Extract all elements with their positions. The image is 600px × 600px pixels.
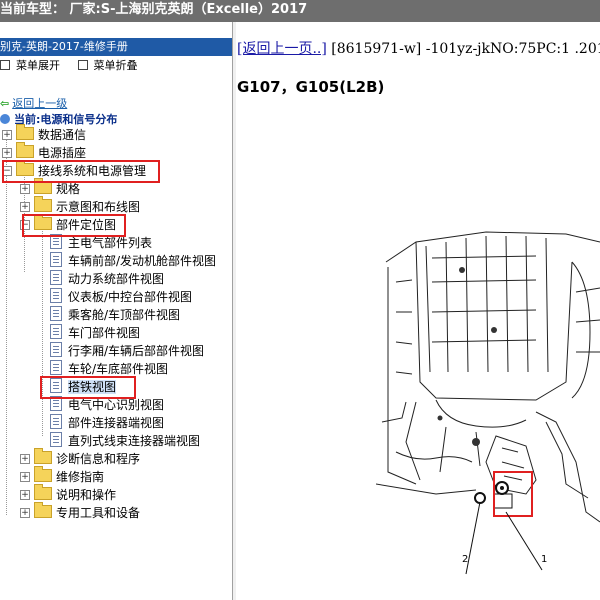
folder-icon [16,124,34,140]
tree-item-label: 维修指南 [56,470,105,484]
tree-item-label: 数据通信 [38,128,87,142]
expand-icon [0,60,10,70]
tree-item-trunk-rear[interactable]: 行李厢/车辆后部部件视图 [50,342,204,360]
globe-icon [0,114,10,124]
tree-item-label: 主电气部件列表 [68,236,153,250]
document-icon [50,270,62,285]
tree-item-label: 电气中心识别视图 [68,398,165,412]
tree-connector [42,226,43,436]
expand-plus-icon[interactable]: + [20,508,30,518]
folder-icon [16,142,34,158]
tree-item-label: 动力系统部件视图 [68,272,165,286]
document-info: [8615971-w] -101yz-jkNO:75PC:1 .2016 [326,41,600,57]
engine-ground-diagram [376,231,600,575]
tree-item-front-compartment[interactable]: 车辆前部/发动机舱部件视图 [50,252,216,270]
tree-item-label: 说明和操作 [56,488,117,502]
expand-plus-icon[interactable]: + [20,202,30,212]
back-link-label: 返回上一级 [12,97,68,110]
tree-item-label: 直列式线束连接器端视图 [68,434,201,448]
tree-item-inline-harness[interactable]: 直列式线束连接器端视图 [50,432,200,450]
document-icon [50,252,62,267]
folder-icon [34,466,52,482]
folder-icon [34,484,52,500]
back-page-link[interactable]: [返回上一页..] [237,41,327,57]
menu-toolbar: 菜单展开 菜单折叠 [0,58,152,74]
expand-plus-icon[interactable]: + [20,472,30,482]
menu-collapse-button[interactable]: 菜单折叠 [94,59,138,72]
tree-item-data-comm[interactable]: + 数据通信 [2,124,87,144]
content-panel: [返回上一页..] [8615971-w] -101yz-jkNO:75PC:1… [236,22,600,600]
tree-item-label: 车辆前部/发动机舱部件视图 [68,254,217,268]
menu-expand-button[interactable]: 菜单展开 [16,59,60,72]
current-section-label: 当前:电源和信号分布 [14,113,118,126]
folder-icon [34,448,52,464]
document-icon [50,324,62,339]
callout-label-2: 2 [462,554,469,565]
tree-item-label: 车轮/车底部件视图 [68,362,169,376]
tree-item-repair-guide[interactable]: + 维修指南 [20,466,105,486]
tree-item-label: 电源插座 [38,146,87,160]
tree-item-label: 诊断信息和程序 [56,452,141,466]
tree-item-powertrain[interactable]: 动力系统部件视图 [50,270,164,288]
folder-icon [34,196,52,212]
tree-item-label: 仪表板/中控台部件视图 [68,290,193,304]
document-icon [50,432,62,447]
expand-plus-icon[interactable]: + [20,490,30,500]
document-icon [50,306,62,321]
document-icon [50,342,62,357]
tree-item-label: 行李厢/车辆后部部件视图 [68,344,205,358]
tree-item-label: 专用工具和设备 [56,506,141,520]
tree-item-label: 部件连接器端视图 [68,416,165,430]
page-title: G107，G105(L2B) [237,78,385,96]
expand-plus-icon[interactable]: + [2,148,12,158]
expand-plus-icon[interactable]: + [20,184,30,194]
document-icon [50,414,62,429]
tree-item-label: 车门部件视图 [68,326,141,340]
manual-title: 别克-英朗-2017-维修手册 [0,38,232,56]
document-icon [50,360,62,375]
expand-plus-icon[interactable]: + [20,454,30,464]
tree-item-label: 示意图和布线图 [56,200,141,214]
tree-connector [6,135,7,515]
top-title-bar: 当前车型： 厂家:S-上海别克英朗（Excelle）2017 [0,0,600,22]
tree-item-label: 乘客舱/车顶部件视图 [68,308,181,322]
highlight-box-locator [22,214,126,237]
back-link[interactable]: ⇦ 返回上一级 [0,95,67,111]
folder-icon [34,502,52,518]
document-icon [50,288,62,303]
tree-item-connector-end[interactable]: 部件连接器端视图 [50,414,164,432]
highlight-box-ground [40,376,136,399]
callout-label-1: 1 [541,554,548,565]
collapse-icon [77,60,88,70]
tree-item-ip-console[interactable]: 仪表板/中控台部件视图 [50,288,192,306]
navigation-panel: 别克-英朗-2017-维修手册 菜单展开 菜单折叠 ⇦ 返回上一级 当前:电源和信… [0,38,232,600]
highlight-box-wiring [2,160,160,183]
document-header: [返回上一页..] [8615971-w] -101yz-jkNO:75PC:1… [237,38,600,58]
tree-item-label: 规格 [56,182,81,196]
back-arrow-icon: ⇦ [0,97,10,110]
vehicle-info-text: 当前车型： 厂家:S-上海别克英朗（Excelle）2017 [0,2,308,17]
expand-plus-icon[interactable]: + [2,130,12,140]
tree-item-passenger-roof[interactable]: 乘客舱/车顶部件视图 [50,306,180,324]
tree-item-door[interactable]: 车门部件视图 [50,324,140,342]
tree-item-special-tools[interactable]: + 专用工具和设备 [20,502,141,522]
